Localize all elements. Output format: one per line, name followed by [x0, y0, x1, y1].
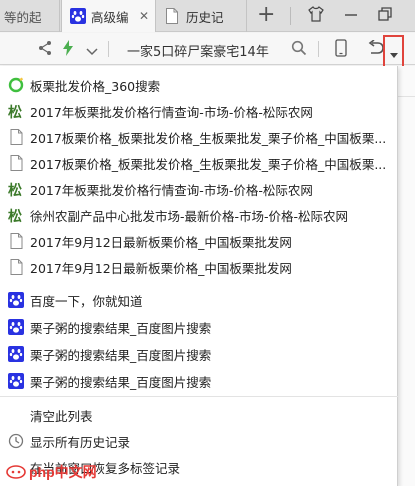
- page-icon: [8, 259, 24, 275]
- divider: [318, 41, 319, 57]
- divider: [0, 396, 398, 397]
- menu-item[interactable]: 百度一下，你就知道: [0, 287, 398, 313]
- menu-item-label: 显示所有历史记录: [30, 434, 131, 450]
- menu-item-label: 板栗批发价格_360搜索: [30, 78, 161, 94]
- divider: [290, 7, 291, 25]
- menu-item-label: 2017板栗价格_板栗批发价格_生板栗批发_栗子价格_中国板栗...: [30, 156, 387, 172]
- svg-text:松: 松: [8, 182, 22, 197]
- menu-item-label: 栗子粥的搜索结果_百度图片搜索: [30, 347, 212, 363]
- menu-item[interactable]: 2017年9月12日最新板栗价格_中国板栗批发网: [0, 228, 398, 254]
- tab-active[interactable]: 高级编 ✕: [61, 0, 156, 32]
- lightning-icon[interactable]: [62, 40, 74, 60]
- songji-icon: 松: [8, 103, 24, 119]
- songji-icon: 松: [8, 207, 24, 223]
- menu-item[interactable]: 2017年9月12日最新板栗价格_中国板栗批发网: [0, 254, 398, 280]
- page-icon: [165, 8, 181, 24]
- menu-item[interactable]: 栗子粥的搜索结果_百度图片搜索: [0, 341, 398, 367]
- menu-item-label: 徐州农副产品中心批发市场-最新价格-市场-价格-松际农网: [30, 208, 349, 224]
- menu-item[interactable]: 栗子粥的搜索结果_百度图片搜索: [0, 368, 398, 394]
- address-toolbar: 一家5口碎尸案豪宅14年 三: [0, 33, 415, 88]
- search-icon[interactable]: [291, 40, 307, 60]
- menu-item-label: 栗子粥的搜索结果_百度图片搜索: [30, 320, 212, 336]
- 360-search-icon: [8, 77, 24, 93]
- tab-strip: 等的起 高级编 ✕ 历史记 +: [0, 0, 415, 32]
- share-icon[interactable]: [38, 40, 52, 60]
- tab-label: 等的起: [4, 9, 42, 25]
- tab-history[interactable]: 历史记: [157, 0, 247, 32]
- tab-label: 高级编: [91, 9, 129, 25]
- menu-item[interactable]: 2017板栗价格_板栗批发价格_生板栗批发_栗子价格_中国板栗...: [0, 150, 398, 176]
- divider: [108, 41, 109, 57]
- page-icon: [8, 129, 24, 145]
- close-icon[interactable]: ✕: [139, 9, 149, 23]
- page-icon: [8, 155, 24, 171]
- menu-item-label: 2017年板栗批发价格行情查询-市场-价格-松际农网: [30, 182, 313, 198]
- closed-tabs-dropdown: 板栗批发价格_360搜索 松 2017年板栗批发价格行情查询-市场-价格-松际农…: [0, 66, 398, 486]
- svg-text:松: 松: [8, 208, 22, 223]
- menu-item-label: 2017板栗价格_板栗批发价格_生板栗批发_栗子价格_中国板栗...: [30, 130, 387, 146]
- new-tab-button[interactable]: +: [257, 3, 275, 27]
- menu-item-label: 2017年9月12日最新板栗价格_中国板栗批发网: [30, 234, 292, 250]
- menu-item-label: 栗子粥的搜索结果_百度图片搜索: [30, 374, 212, 390]
- clear-list-button[interactable]: 清空此列表: [0, 402, 398, 428]
- baidu-paw-icon: [70, 8, 86, 24]
- mobile-icon[interactable]: [335, 39, 347, 61]
- restore-icon[interactable]: [378, 6, 392, 26]
- shirt-icon[interactable]: [308, 6, 324, 26]
- show-all-history-button[interactable]: 显示所有历史记录: [0, 428, 398, 454]
- menu-item[interactable]: 栗子粥的搜索结果_百度图片搜索: [0, 314, 398, 340]
- menu-item-label: 百度一下，你就知道: [30, 293, 143, 309]
- baidu-paw-icon: [8, 319, 24, 335]
- page-edge: [398, 66, 415, 486]
- clock-icon: [8, 433, 24, 449]
- baidu-paw-icon: [8, 346, 24, 362]
- svg-text:松: 松: [8, 104, 22, 119]
- songji-icon: 松: [8, 181, 24, 197]
- php-logo-icon: [6, 465, 26, 479]
- menu-item-label: 清空此列表: [30, 408, 93, 424]
- menu-item[interactable]: 松 2017年板栗批发价格行情查询-市场-价格-松际农网: [0, 176, 398, 202]
- tab-previous[interactable]: 等的起: [0, 0, 60, 32]
- menu-item[interactable]: 2017板栗价格_板栗批发价格_生板栗批发_栗子价格_中国板栗...: [0, 124, 398, 150]
- chevron-down-icon[interactable]: [86, 42, 98, 61]
- address-input[interactable]: 一家5口碎尸案豪宅14年: [127, 41, 269, 60]
- watermark-text: php中文网: [29, 464, 97, 480]
- baidu-paw-icon: [8, 292, 24, 308]
- menu-item[interactable]: 松 徐州农副产品中心批发市场-最新价格-市场-价格-松际农网: [0, 202, 398, 228]
- menu-item[interactable]: 板栗批发价格_360搜索: [0, 72, 398, 98]
- menu-item-label: 2017年板栗批发价格行情查询-市场-价格-松际农网: [30, 104, 313, 120]
- menu-item[interactable]: 松 2017年板栗批发价格行情查询-市场-价格-松际农网: [0, 98, 398, 124]
- watermark: php中文网: [6, 462, 97, 482]
- baidu-paw-icon: [8, 373, 24, 389]
- divider: [398, 96, 415, 97]
- tab-label: 历史记: [186, 9, 224, 25]
- page-icon: [8, 233, 24, 249]
- menu-item-label: 2017年9月12日最新板栗价格_中国板栗批发网: [30, 260, 292, 276]
- minimize-icon[interactable]: [344, 6, 358, 26]
